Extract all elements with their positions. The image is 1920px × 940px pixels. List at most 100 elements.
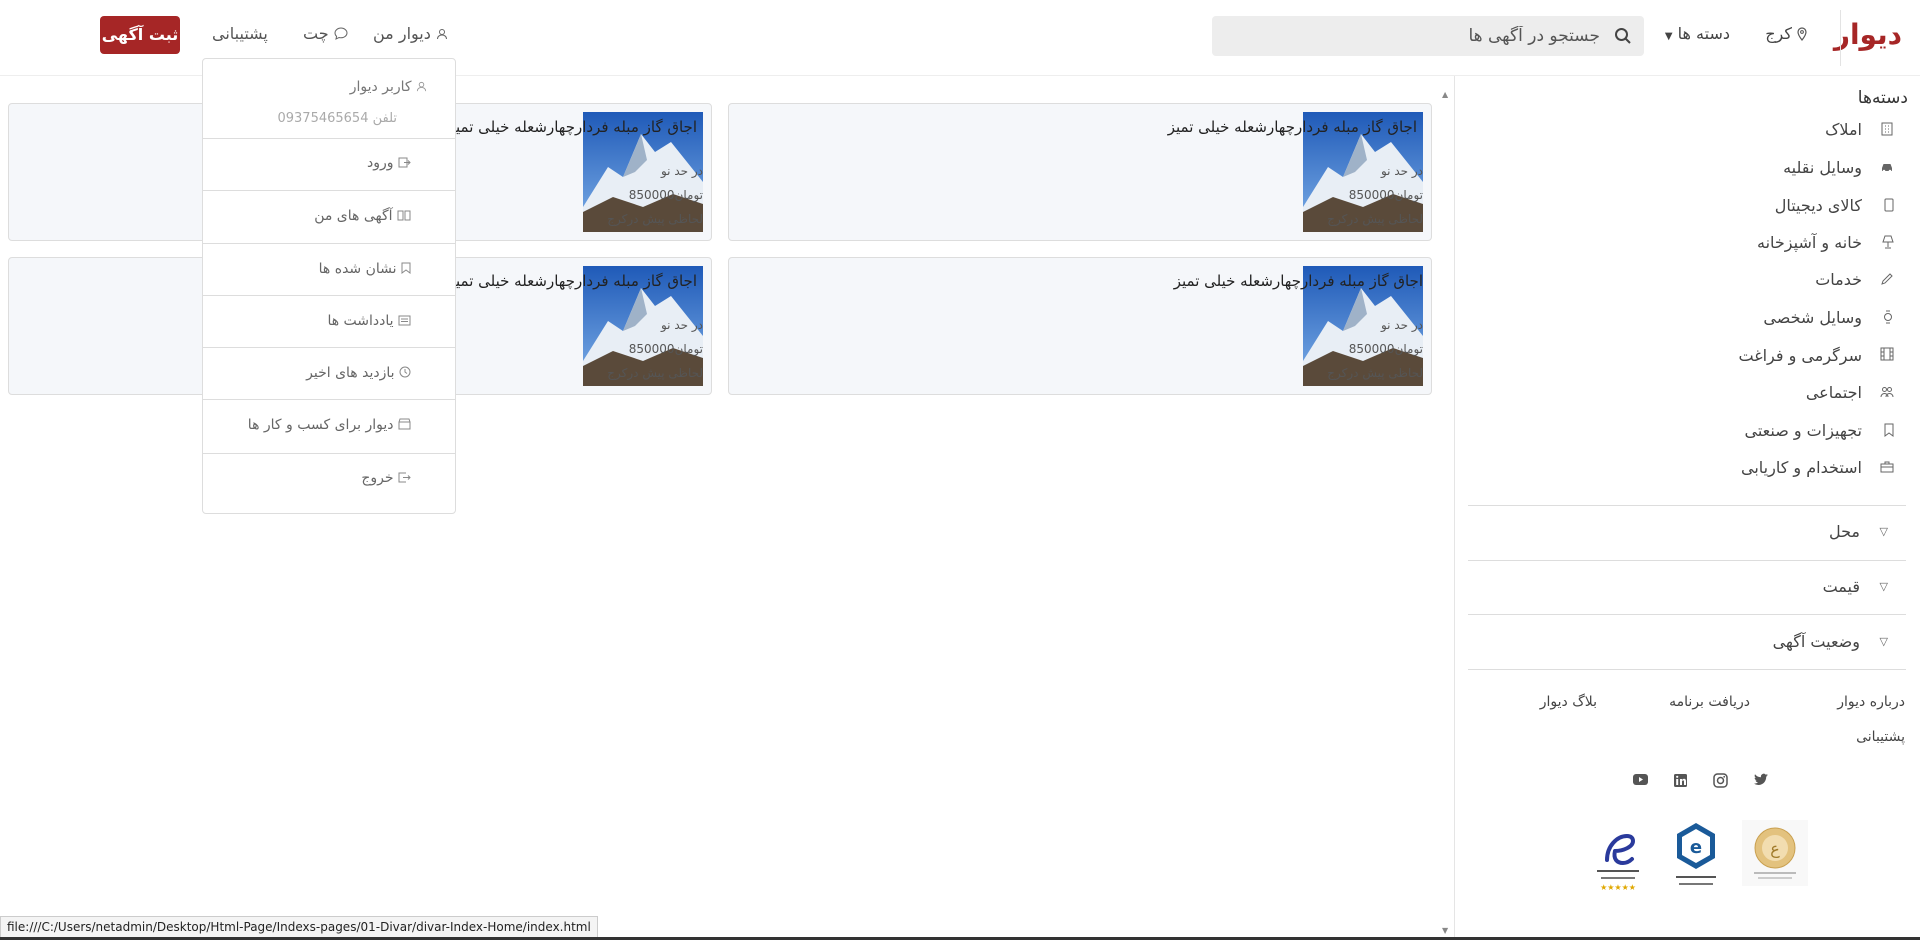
chat-link[interactable]: چت — [303, 24, 348, 43]
chevron-down-icon[interactable]: ▽ — [1880, 580, 1888, 593]
dropdown-item-login[interactable]: ورود — [367, 155, 411, 171]
samandehi-badge[interactable]: ع — [1742, 820, 1808, 894]
filter-label: وضعیت آگهی — [1772, 632, 1860, 651]
city-selector[interactable]: کرج — [1765, 24, 1808, 43]
bookmark-icon — [1884, 423, 1894, 437]
listing-condition: در حد نو — [1380, 318, 1423, 332]
dropdown-item-label: ورود — [367, 155, 394, 171]
dropdown-item-notes[interactable]: یادداشت ها — [327, 313, 411, 329]
sidebar-item-services[interactable]: خدمات — [1815, 270, 1862, 289]
divider — [1468, 669, 1906, 670]
sidebar-item-label: املاک — [1825, 120, 1862, 139]
footer-link-blog[interactable]: بلاگ دیوار — [1540, 694, 1597, 710]
instagram-icon[interactable] — [1713, 773, 1728, 788]
footer-link-app[interactable]: دریافت برنامه — [1669, 694, 1750, 710]
sidebar-item-vehicles[interactable]: وسایل نقلیه — [1783, 158, 1862, 177]
sidebar-item-home-kitchen[interactable]: خانه و آشپزخانه — [1757, 233, 1862, 252]
dropdown-item-business[interactable]: دیوار برای کسب و کار ها — [248, 417, 411, 433]
divider — [203, 243, 455, 244]
listing-time: لحاظی پیش درکرج — [607, 212, 703, 226]
sidebar-item-personal[interactable]: وسایل شخصی — [1763, 308, 1862, 327]
listing-title: اجاق گاز مبله فردارچهارشعله خیلی تمیز — [447, 272, 697, 290]
sidebar-item-digital[interactable]: کالای دیجیتال — [1775, 196, 1862, 215]
sidebar-item-label: خانه و آشپزخانه — [1757, 233, 1862, 252]
chevron-down-icon[interactable]: ▽ — [1880, 525, 1888, 538]
user-dropdown-menu: کاربر دیوار تلفن 09375465654 ورود آگهی ه… — [202, 58, 456, 514]
dropdown-item-my-ads[interactable]: آگهی های من — [314, 208, 411, 224]
dropdown-item-recent-visits[interactable]: بازدید های اخیر — [306, 365, 411, 381]
search-icon[interactable] — [1614, 27, 1632, 45]
twitter-icon[interactable] — [1753, 773, 1769, 787]
etehadieh-badge[interactable]: e — [1663, 820, 1729, 894]
dropdown-item-label: بازدید های اخیر — [306, 365, 395, 381]
linkedin-icon[interactable] — [1673, 773, 1688, 788]
header-divider — [1840, 10, 1841, 66]
sidebar-item-jobs[interactable]: استخدام و کاریابی — [1741, 458, 1862, 477]
listing-price: تومان850000 — [1348, 188, 1423, 202]
sidebar-item-label: سرگرمی و فراغت — [1738, 346, 1862, 365]
listing-price: تومان850000 — [628, 342, 703, 356]
listing-price: تومان850000 — [1348, 342, 1423, 356]
filter-label: قیمت — [1822, 577, 1860, 596]
dropdown-item-label: آگهی های من — [314, 208, 393, 224]
dropdown-item-bookmarks[interactable]: نشان شده ها — [319, 261, 411, 277]
user-icon — [436, 29, 447, 40]
briefcase-icon — [1880, 461, 1894, 473]
divider — [203, 138, 455, 139]
dropdown-item-logout[interactable]: خروج — [361, 470, 411, 486]
support-link[interactable]: پشتیبانی — [212, 24, 268, 43]
enamad-badge[interactable]: ★★★★★ — [1585, 820, 1651, 894]
youtube-icon[interactable] — [1632, 773, 1649, 786]
bookmark-icon — [401, 262, 411, 274]
svg-text:e: e — [1690, 837, 1702, 858]
categories-menu[interactable]: ▼ دسته ها — [1661, 24, 1730, 43]
dropdown-item-label: خروج — [361, 470, 394, 486]
divider — [1468, 560, 1906, 561]
filter-location[interactable]: محل — [1829, 522, 1860, 541]
divider — [203, 295, 455, 296]
listing-price: تومان850000 — [628, 188, 703, 202]
chevron-down-icon[interactable]: ▽ — [1880, 635, 1888, 648]
location-pin-icon — [1797, 27, 1807, 41]
footer-link-about[interactable]: درباره دیوار — [1837, 694, 1905, 710]
lamp-icon — [1882, 235, 1894, 249]
scroll-down-icon[interactable]: ▼ — [1442, 926, 1448, 935]
divider — [203, 190, 455, 191]
watch-icon — [1884, 310, 1892, 324]
logo[interactable]: دیوار — [1834, 18, 1902, 51]
listing-time: لحاظی پیش درکرج — [607, 366, 703, 380]
people-icon — [1880, 387, 1894, 398]
listing-card[interactable]: اجاق گاز مبله فردارچهارشعله خیلی تمیز در… — [728, 257, 1432, 395]
post-ad-button[interactable]: ثبت آگهی — [100, 16, 180, 54]
sidebar-item-label: خدمات — [1815, 270, 1862, 289]
film-icon — [1880, 347, 1894, 361]
listing-card[interactable]: اجاق گاز مبله فردارچهارشعله خیلی تمیز در… — [728, 103, 1432, 241]
filter-ad-status[interactable]: وضعیت آگهی — [1773, 632, 1860, 651]
chat-icon — [334, 27, 348, 40]
building-icon — [1881, 122, 1893, 136]
dropdown-phone: تلفن 09375465654 — [277, 111, 397, 126]
scroll-up-icon[interactable]: ▲ — [1442, 90, 1448, 99]
pencil-icon — [1881, 273, 1893, 285]
divider — [203, 399, 455, 400]
my-divar-menu[interactable]: دیوار من — [373, 24, 448, 43]
listing-time: لحاظی پیش درکرج — [1327, 212, 1423, 226]
sidebar-item-social[interactable]: اجتماعی — [1806, 383, 1862, 402]
sidebar-item-industrial[interactable]: تجهیزات و صنعتی — [1744, 421, 1862, 440]
book-icon — [397, 210, 411, 221]
sidebar-item-label: اجتماعی — [1805, 383, 1862, 402]
sidebar-item-entertainment[interactable]: سرگرمی و فراغت — [1739, 346, 1862, 365]
dropdown-user-label: کاربر دیوار — [349, 79, 412, 95]
divider — [203, 453, 455, 454]
search-input[interactable] — [1240, 22, 1600, 50]
user-icon — [416, 81, 427, 92]
svg-text:★★★★★: ★★★★★ — [1600, 883, 1636, 892]
filter-price[interactable]: قیمت — [1823, 577, 1860, 596]
scrollbar[interactable]: ▲ ▼ — [1440, 90, 1454, 935]
mobile-icon — [1884, 198, 1894, 212]
footer-link-support[interactable]: پشتیبانی — [1856, 729, 1905, 745]
listing-title: اجاق گاز مبله فردارچهارشعله خیلی تمیز — [1167, 118, 1417, 136]
chat-label: چت — [303, 24, 329, 43]
dropdown-user: کاربر دیوار — [350, 79, 427, 95]
sidebar-item-real-estate[interactable]: املاک — [1825, 120, 1862, 139]
